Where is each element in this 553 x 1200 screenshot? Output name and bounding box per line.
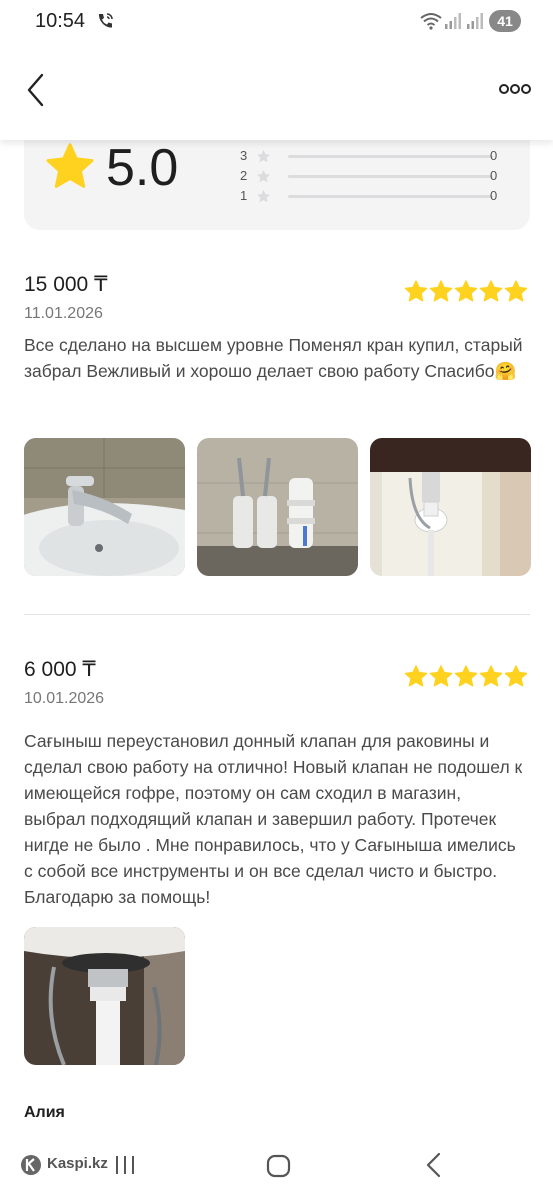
more-dots-icon — [499, 84, 531, 94]
distribution-stars: 3 — [240, 148, 248, 163]
star-icon — [479, 665, 503, 687]
average-rating: 5.0 — [106, 139, 179, 197]
top-app-bar — [0, 44, 553, 140]
rating-distribution-row: 1 0 — [240, 186, 520, 206]
rating-distribution-row: 3 0 — [240, 146, 520, 166]
recent-apps-button[interactable] — [113, 1154, 137, 1181]
star-icon — [454, 665, 478, 687]
star-icon — [504, 280, 528, 302]
distribution-bar — [288, 175, 493, 178]
home-icon — [266, 1154, 291, 1178]
star-icon — [429, 280, 453, 302]
chevron-left-icon — [27, 73, 44, 107]
wifi-icon — [420, 12, 442, 35]
more-options-button[interactable] — [498, 80, 532, 98]
wifi-call-icon — [96, 12, 114, 35]
star-icon — [404, 280, 428, 302]
review-text: Все сделано на высшем уровне Поменял кра… — [24, 335, 523, 381]
star-icon — [45, 143, 95, 196]
kaspi-brand-label: Kaspi.kz — [47, 1155, 108, 1172]
star-icon — [454, 280, 478, 302]
kaspi-logo-icon — [20, 1154, 42, 1176]
battery-indicator: 41 — [489, 10, 521, 32]
review-price: 15 000 ₸ — [24, 273, 108, 296]
distribution-bar — [288, 195, 493, 198]
review-photo-valve[interactable] — [24, 927, 185, 1065]
review-date: 11.01.2026 — [24, 305, 103, 322]
star-outline-icon — [256, 189, 271, 209]
signal-icon — [466, 12, 484, 35]
system-nav-bar: Kaspi.kz — [0, 1140, 553, 1200]
review-card: 6 000 ₸ 10.01.2026 Сағыныш переустановил… — [24, 657, 534, 1077]
star-icon — [404, 665, 428, 687]
review-stars — [404, 665, 534, 689]
review-divider — [24, 614, 530, 615]
review-price: 6 000 ₸ — [24, 658, 96, 681]
system-back-button[interactable] — [424, 1152, 444, 1183]
back-button[interactable] — [22, 72, 54, 108]
status-bar: 10:54 41 — [0, 0, 553, 44]
distribution-stars: 1 — [240, 188, 248, 203]
rating-distribution-row: 2 0 — [240, 166, 520, 186]
back-arrow-icon — [426, 1152, 441, 1178]
review-date: 10.01.2026 — [24, 690, 105, 707]
review-photo-drain[interactable] — [370, 438, 531, 576]
review-stars — [404, 280, 534, 304]
status-time: 10:54 — [35, 10, 86, 32]
distribution-bar — [288, 155, 493, 158]
review-author-name: Алия — [24, 1104, 65, 1121]
distribution-count: 0 — [490, 148, 498, 163]
distribution-stars: 2 — [240, 168, 248, 183]
review-text: Сағыныш переустановил донный клапан для … — [24, 731, 523, 907]
star-icon — [479, 280, 503, 302]
review-photo-pipes[interactable] — [197, 438, 358, 576]
recent-apps-icon — [116, 1156, 134, 1174]
star-icon — [429, 665, 453, 687]
star-icon — [504, 665, 528, 687]
home-button[interactable] — [266, 1154, 292, 1183]
signal-icon — [444, 12, 462, 35]
review-card: 15 000 ₸ 11.01.2026 Все сделано на высше… — [24, 272, 534, 582]
distribution-count: 0 — [490, 168, 498, 183]
review-photo-faucet[interactable] — [24, 438, 185, 576]
distribution-count: 0 — [490, 188, 498, 203]
